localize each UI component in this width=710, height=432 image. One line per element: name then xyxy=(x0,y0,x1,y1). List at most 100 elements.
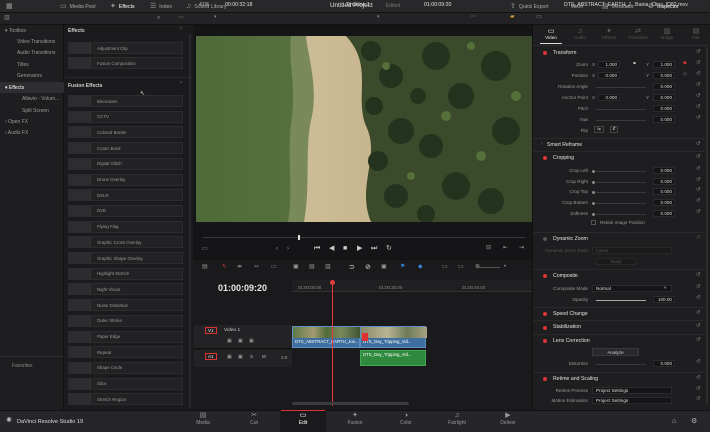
insert-clip-icon[interactable]: ▣ xyxy=(293,264,299,270)
zoom-in-icon[interactable]: • xyxy=(504,264,506,270)
collapse-icon[interactable]: ⌃ xyxy=(179,82,183,87)
reset-icon[interactable]: ↺ xyxy=(696,209,701,215)
reset-icon[interactable]: ↺ xyxy=(696,166,701,172)
reset-icon[interactable]: ↺ xyxy=(696,71,701,77)
rotation-field[interactable]: 0.000 xyxy=(653,83,675,90)
fusion-effect-item[interactable]: Repeat xyxy=(68,346,183,359)
fusion-effect-item[interactable]: Shape Circle xyxy=(68,361,183,374)
play-icon[interactable]: ▶ xyxy=(357,245,362,252)
reset-icon[interactable]: ↺ xyxy=(696,115,701,121)
lock-icon[interactable]: ▣ xyxy=(381,264,387,270)
stabilization-heading[interactable]: Stabilization xyxy=(553,324,581,330)
video-clip-2[interactable]: DTS_Day_Tripping_Vid... xyxy=(360,326,427,348)
effect-item[interactable]: Adjustment Clip xyxy=(68,42,183,54)
retime-heading[interactable]: Retime and Scaling xyxy=(553,376,598,382)
chevron-right-icon[interactable]: › xyxy=(541,142,543,147)
timeline-ruler[interactable] xyxy=(292,280,532,292)
home-icon[interactable]: ⌂ xyxy=(672,418,676,425)
zoom-level[interactable]: 41% xyxy=(199,2,209,8)
slider-handle[interactable] xyxy=(592,170,595,173)
tab-video[interactable]: ▭ Video xyxy=(538,28,564,41)
marker-icon[interactable]: ◆ xyxy=(418,264,423,270)
snapping-icon[interactable]: ⊃ xyxy=(349,264,355,271)
jog-right-icon[interactable]: › xyxy=(287,246,289,252)
flag-icon[interactable]: ⚑ xyxy=(400,264,405,270)
auto-select-icon[interactable]: ▣ xyxy=(238,339,243,344)
dynamic-zoom-enable-dot[interactable] xyxy=(543,237,547,241)
timeline-name[interactable]: Timeline 1 xyxy=(346,2,370,8)
crop-top-field[interactable]: 0.000 xyxy=(653,188,675,196)
trim-tool-icon[interactable]: ⇹ xyxy=(237,264,242,270)
loop-icon[interactable]: ↻ xyxy=(386,245,392,252)
blade-tool-icon[interactable]: ▭ xyxy=(271,264,277,270)
zoom-slider[interactable] xyxy=(478,267,500,268)
crop-bottom-field[interactable]: 0.000 xyxy=(653,199,675,207)
fusion-effect-item[interactable]: Highlight Stretch xyxy=(68,267,183,280)
crop-left-field[interactable]: 0.000 xyxy=(653,167,675,174)
fusion-effect-item[interactable]: Slice xyxy=(68,377,183,390)
reset-icon[interactable]: ↺ xyxy=(696,284,701,290)
dynamic-trim-icon[interactable]: ⇿ xyxy=(254,264,259,270)
speed-change-heading[interactable]: Speed Change xyxy=(553,311,588,317)
viewer-mode-icon[interactable]: ▭ xyxy=(202,246,208,252)
pitch-field[interactable]: 0.000 xyxy=(653,105,675,112)
analyze-button[interactable]: Analyze xyxy=(592,348,639,356)
stabilization-enable-dot[interactable] xyxy=(543,326,547,330)
tab-file[interactable]: ▤ File xyxy=(683,28,709,41)
cropping-enable-dot[interactable] xyxy=(543,156,547,160)
opacity-slider[interactable] xyxy=(596,300,646,301)
reset-icon[interactable]: ↺ xyxy=(696,295,701,301)
collapse-icon[interactable]: ⌃ xyxy=(179,28,183,33)
fusion-effect-item[interactable]: DSLR xyxy=(68,189,183,202)
flip-horizontal-icon[interactable]: ⇋ xyxy=(594,126,604,133)
reset-icon[interactable]: ↺ xyxy=(696,187,701,193)
fusion-effect-item[interactable]: DVE xyxy=(68,204,183,217)
fusion-effect-item[interactable]: Colored Border xyxy=(68,126,183,139)
page-fusion[interactable]: ✦ Fusion xyxy=(335,412,375,426)
reset-icon[interactable]: ↺ xyxy=(696,272,701,278)
link-icon[interactable]: ⚭ xyxy=(632,61,637,67)
video-frame[interactable] xyxy=(196,36,532,222)
tree-item-allavio[interactable]: Allavio - Volum... xyxy=(22,96,59,102)
reset-icon[interactable]: ↺ xyxy=(696,198,701,204)
index-button[interactable]: ☰ Index xyxy=(150,0,172,13)
page-media[interactable]: ▤ Media xyxy=(183,412,223,426)
keyframe-icon[interactable]: ◇ xyxy=(683,71,687,77)
page-edit[interactable]: ▭ Edit xyxy=(283,412,323,426)
tree-item-audio-fx[interactable]: › Audio FX xyxy=(5,130,28,136)
speed-change-enable-dot[interactable] xyxy=(543,312,547,316)
reset-icon[interactable]: ↺ xyxy=(696,359,701,365)
tree-item-toolbox[interactable]: ▾ Toolbox xyxy=(5,28,26,34)
composite-heading[interactable]: Composite xyxy=(553,273,578,279)
swap-button[interactable]: Swap xyxy=(596,258,636,265)
reset-icon[interactable]: ↺ xyxy=(696,49,701,55)
fusion-effect-item[interactable]: Flying Flag xyxy=(68,220,183,233)
sidebar-toggle-icon[interactable]: ▥ xyxy=(4,15,10,21)
fusion-effect-item[interactable]: Stretch Region xyxy=(68,393,183,406)
timeline-scrollbar[interactable] xyxy=(292,402,409,405)
reset-icon[interactable]: ↺ xyxy=(696,235,701,241)
fusion-effect-item[interactable]: Paper Edge xyxy=(68,330,183,343)
zoom-x-field[interactable]: 1.000 xyxy=(598,61,620,68)
slider-handle[interactable] xyxy=(592,212,595,216)
tab-audio[interactable]: ♫ Audio xyxy=(567,28,593,41)
inspector-scrollbar[interactable] xyxy=(706,48,708,404)
audio-autoselect-icon[interactable]: ▣ xyxy=(238,355,243,360)
tab-image[interactable]: ▨ Image xyxy=(654,28,680,41)
selection-tool-icon[interactable]: ↖ xyxy=(222,264,227,270)
page-color[interactable]: ◑ Color xyxy=(386,412,426,426)
solo-button[interactable]: S xyxy=(250,354,253,360)
composite-enable-dot[interactable] xyxy=(543,274,547,278)
tree-item-open-fx[interactable]: › Open FX xyxy=(5,119,28,125)
timeline-dropdown-icon[interactable]: ▾ xyxy=(377,15,380,20)
reset-icon[interactable]: ↺ xyxy=(696,375,701,381)
tree-item-split-screen[interactable]: Split Screen xyxy=(22,108,49,114)
position-y-field[interactable]: 0.000 xyxy=(653,72,675,79)
audio-clip-1[interactable]: DTS_Day_Tripping_Vid... xyxy=(360,350,426,366)
scrubber-track[interactable] xyxy=(203,237,525,238)
zoom-y-field[interactable]: 1.000 xyxy=(653,61,675,68)
replace-clip-icon[interactable]: ▥ xyxy=(325,264,331,270)
link-icon[interactable]: ⊘ xyxy=(365,264,371,271)
audio-lock-icon[interactable]: ▣ xyxy=(227,355,232,360)
fusion-effect-item[interactable]: Comic Book xyxy=(68,142,183,155)
